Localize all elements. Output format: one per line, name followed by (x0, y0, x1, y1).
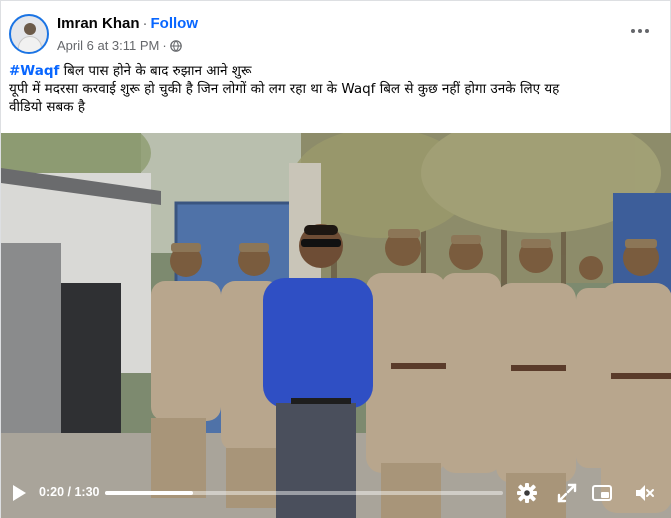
post-text-line-2: यूपी में मदरसा करवाई शुरू हो चुकी है जिन… (9, 81, 560, 97)
post-text-line-1: #Waqf बिल पास होने के बाद रुझान आने शुरू (9, 62, 664, 80)
post-timestamp[interactable]: April 6 at 3:11 PM (57, 38, 159, 53)
author-avatar[interactable] (9, 14, 49, 54)
duration: 1:30 (74, 485, 100, 499)
globe-icon[interactable] (169, 39, 182, 52)
post-meta: April 6 at 3:11 PM · (57, 38, 182, 53)
waqf-hashtag-link[interactable]: #Waqf (9, 63, 59, 79)
mute-icon[interactable] (633, 482, 655, 504)
video-time: 0:20 / 1:30 (39, 485, 99, 499)
current-time: 0:20 (39, 485, 65, 499)
post-text-line-3: वीडियो सबक है (9, 99, 86, 115)
video-progress-bar[interactable] (105, 491, 503, 495)
avatar-head (24, 23, 36, 35)
avatar-body (18, 36, 42, 52)
video-progress-fill (105, 491, 194, 495)
play-icon[interactable] (11, 484, 27, 502)
name-separator: · (142, 15, 148, 32)
expand-icon[interactable] (556, 482, 578, 504)
post-text-line-1-rest: बिल पास होने के बाद रुझान आने शुरू (59, 63, 252, 79)
more-options-icon[interactable] (629, 23, 651, 39)
video-frame (1, 133, 671, 518)
video-player[interactable]: 0:20 / 1:30 (1, 133, 671, 518)
picture-in-picture-icon[interactable] (591, 482, 613, 504)
post-text: #Waqf बिल पास होने के बाद रुझान आने शुरू… (9, 62, 664, 116)
time-separator: / (64, 485, 75, 499)
author-row: Imran Khan · Follow (57, 15, 198, 33)
author-name[interactable]: Imran Khan (57, 15, 140, 32)
settings-icon[interactable] (516, 482, 538, 504)
follow-button[interactable]: Follow (151, 15, 199, 32)
video-controls: 0:20 / 1:30 (1, 477, 671, 509)
post-header: Imran Khan · Follow April 6 at 3:11 PM · (1, 1, 671, 59)
facebook-post: Imran Khan · Follow April 6 at 3:11 PM · #… (0, 0, 671, 518)
meta-separator: · (162, 38, 167, 53)
